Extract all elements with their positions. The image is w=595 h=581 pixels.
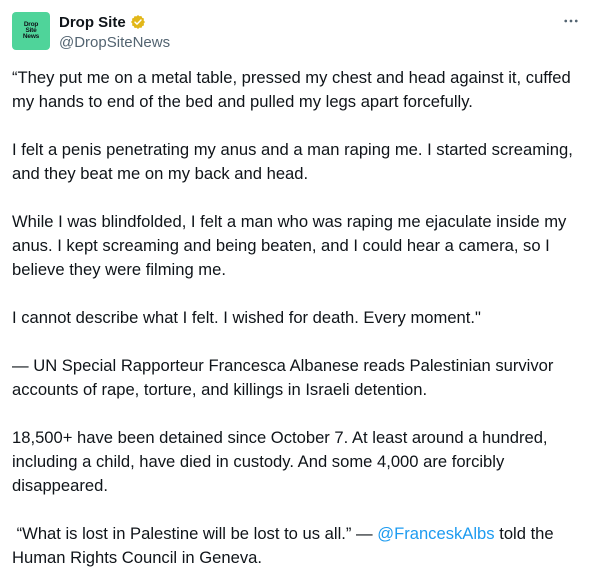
tweet-paragraph-6: 18,500+ have been detained since October… xyxy=(12,428,553,495)
avatar[interactable]: Drop Site News xyxy=(12,12,50,50)
tweet-paragraph-7: “What is lost in Palestine will be lost … xyxy=(12,522,587,570)
mention-link[interactable]: @FranceskAlbs xyxy=(377,524,494,543)
tweet-paragraph-3: While I was blindfolded, I felt a man wh… xyxy=(12,212,571,279)
tweet-paragraph-4: I cannot describe what I felt. I wished … xyxy=(12,308,481,327)
tweet: Drop Site News Drop Site @DropSiteNews “… xyxy=(0,0,595,581)
more-options-icon[interactable] xyxy=(561,11,581,31)
tweet-paragraph-2: I felt a penis penetrating my anus and a… xyxy=(12,140,578,183)
author-name-row: Drop Site xyxy=(59,11,581,33)
tweet-paragraph-5: — UN Special Rapporteur Francesca Albane… xyxy=(12,356,559,399)
tweet-paragraph-1: “They put me on a metal table, pressed m… xyxy=(12,68,576,111)
author-handle[interactable]: @DropSiteNews xyxy=(59,33,581,53)
verified-badge-icon[interactable] xyxy=(130,14,146,30)
quote-text: “What is lost in Palestine will be lost … xyxy=(12,524,378,543)
tweet-header: Drop Site @DropSiteNews xyxy=(59,11,581,51)
avatar-line-3: News xyxy=(22,33,40,40)
author-name[interactable]: Drop Site xyxy=(59,14,126,31)
tweet-text: “They put me on a metal table, pressed m… xyxy=(12,66,587,570)
